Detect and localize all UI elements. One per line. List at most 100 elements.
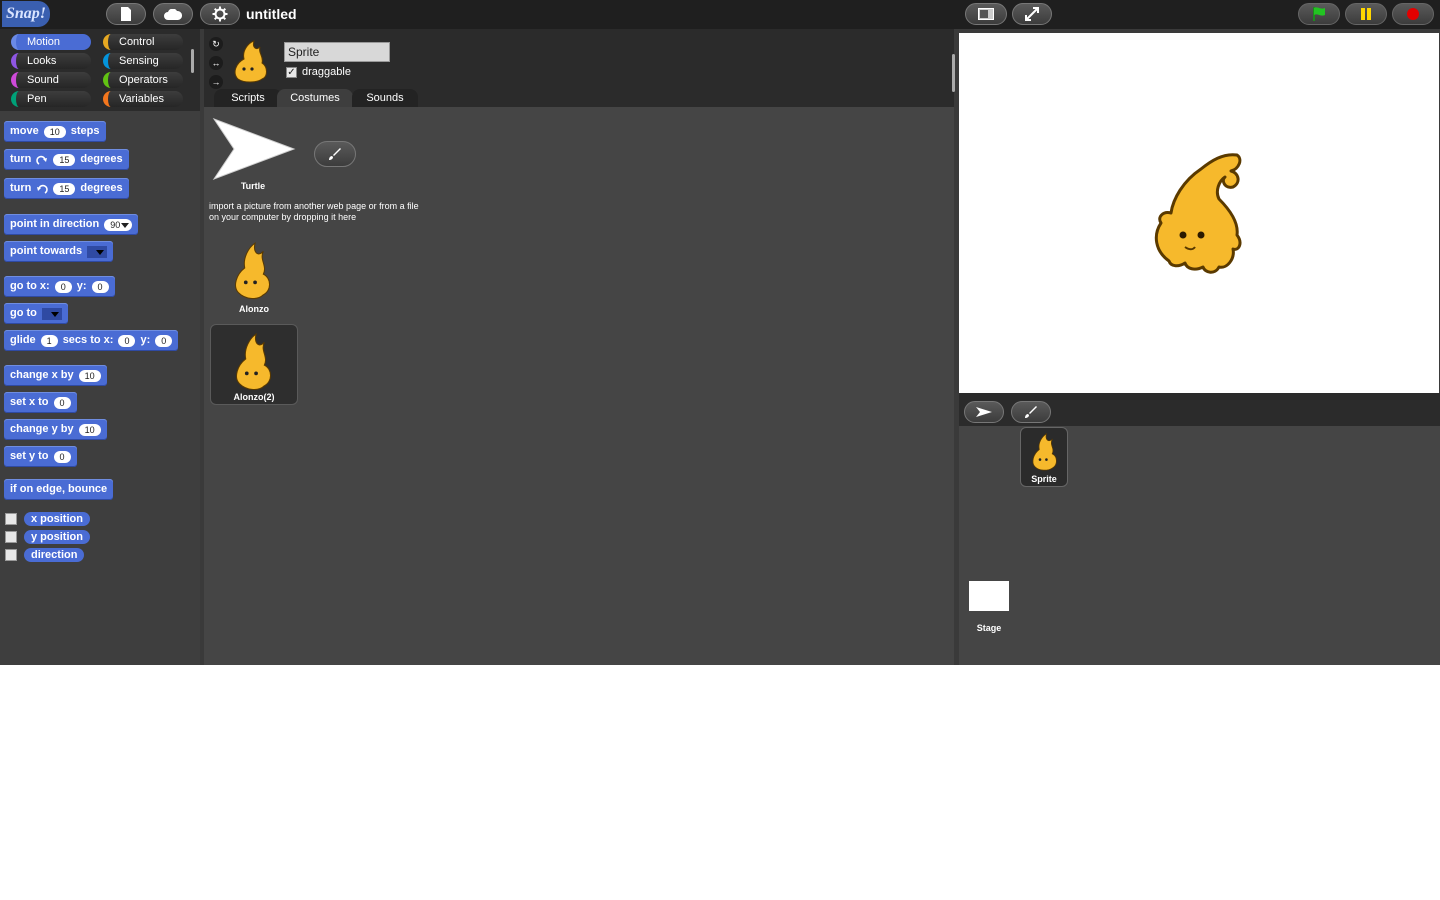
block-point-in-direction[interactable]: point in direction 90 <box>4 214 139 235</box>
tab-label: Sounds <box>366 92 404 104</box>
rotation-style-can-rotate[interactable]: ↻ <box>209 37 223 51</box>
block-glide[interactable]: glide 1 secs to x: 0 y: 0 <box>4 330 179 351</box>
snap-logo[interactable]: Snap! <box>2 1 50 27</box>
category-label: Variables <box>119 93 165 105</box>
block-turn-clockwise[interactable]: turn 15 degrees <box>4 149 129 170</box>
category-control[interactable]: Control <box>103 34 183 50</box>
category-motion[interactable]: Motion <box>11 34 91 50</box>
presentation-mode-button[interactable] <box>1012 3 1052 25</box>
block-change-y[interactable]: change y by 10 <box>4 419 107 440</box>
target-dropdown[interactable] <box>87 245 108 258</box>
block-text: degrees <box>80 153 123 165</box>
costume-label-alonzo: Alonzo <box>239 304 269 314</box>
reporter-y-position[interactable]: y position <box>24 530 90 544</box>
block-input[interactable]: 10 <box>43 125 66 138</box>
stage-size-button[interactable] <box>965 3 1007 25</box>
corral-sprite-item[interactable]: Sprite <box>1020 427 1068 487</box>
alonzo-sprite[interactable] <box>1149 151 1249 275</box>
costume-alonzo2-icon <box>236 332 272 391</box>
draggable-toggle[interactable]: ✓ draggable <box>286 66 351 78</box>
block-input[interactable]: 10 <box>78 369 101 382</box>
block-go-to[interactable]: go to <box>4 303 68 324</box>
block-go-to-xy[interactable]: go to x: 0 y: 0 <box>4 276 115 297</box>
file-menu-button[interactable] <box>106 3 146 25</box>
category-label: Sound <box>27 74 59 86</box>
tab-costumes[interactable]: Costumes <box>277 89 353 107</box>
green-flag-icon <box>1313 7 1325 21</box>
category-operators[interactable]: Operators <box>103 72 183 88</box>
sprite-name-field[interactable]: Sprite <box>284 42 390 62</box>
block-text: if on edge, bounce <box>10 483 108 495</box>
top-bar: Snap! untitled <box>0 0 1440 29</box>
block-input[interactable]: 0 <box>155 334 173 347</box>
draggable-checkbox[interactable]: ✓ <box>286 66 297 78</box>
paintbrush-icon <box>329 148 341 160</box>
category-scrollbar[interactable] <box>191 49 194 73</box>
block-text: change x by <box>10 369 74 381</box>
corral-sprite-label: Sprite <box>1031 474 1057 484</box>
block-input[interactable]: 15 <box>53 182 76 195</box>
block-move-steps[interactable]: move 10 steps <box>4 121 106 142</box>
block-if-on-edge-bounce[interactable]: if on edge, bounce <box>4 479 114 500</box>
category-sound[interactable]: Sound <box>11 72 91 88</box>
block-set-x[interactable]: set x to 0 <box>4 392 77 413</box>
tab-scripts[interactable]: Scripts <box>214 89 282 107</box>
block-input[interactable]: 0 <box>91 280 109 293</box>
category-selector: Motion Control Looks Sensing Sound Opera… <box>0 29 200 111</box>
pane-resize-handle[interactable] <box>952 54 955 92</box>
stage-thumbnail[interactable] <box>969 581 1009 611</box>
costume-label-alonzo2: Alonzo(2) <box>233 392 275 402</box>
watcher-checkbox-direction[interactable] <box>5 549 17 561</box>
sprite-corral-icon <box>1032 433 1057 471</box>
rotation-style-no-rotate[interactable]: → <box>209 75 223 89</box>
paint-new-costume-button[interactable] <box>314 141 356 167</box>
block-input[interactable]: 15 <box>53 153 76 166</box>
block-turn-counterclockwise[interactable]: turn 15 degrees <box>4 178 129 199</box>
pause-button[interactable] <box>1345 3 1387 25</box>
file-icon <box>121 7 131 21</box>
direction-dropdown[interactable]: 90 <box>104 218 133 231</box>
paint-new-sprite-button[interactable] <box>1011 401 1051 423</box>
category-label: Sensing <box>119 55 159 67</box>
category-label: Looks <box>27 55 57 67</box>
reporter-x-position[interactable]: x position <box>24 512 90 526</box>
cloud-menu-button[interactable] <box>153 3 193 25</box>
block-set-y[interactable]: set y to 0 <box>4 446 77 467</box>
paintbrush-icon <box>1025 406 1037 418</box>
category-sensing[interactable]: Sensing <box>103 53 183 69</box>
gear-icon <box>212 6 228 22</box>
stage[interactable] <box>959 33 1439 393</box>
tab-sounds[interactable]: Sounds <box>352 89 418 107</box>
block-change-x[interactable]: change x by 10 <box>4 365 107 386</box>
stop-button[interactable] <box>1392 3 1434 25</box>
block-input[interactable]: 0 <box>54 280 72 293</box>
target-dropdown[interactable] <box>41 307 62 320</box>
block-text: secs to x: <box>62 334 114 346</box>
tab-label: Costumes <box>290 92 340 104</box>
watcher-checkbox-x-position[interactable] <box>5 513 17 525</box>
block-point-towards[interactable]: point towards <box>4 241 114 262</box>
green-flag-button[interactable] <box>1298 3 1340 25</box>
pause-icon <box>1361 8 1371 20</box>
category-looks[interactable]: Looks <box>11 53 91 69</box>
costume-alonzo-icon[interactable] <box>230 239 276 301</box>
block-input[interactable]: 1 <box>40 334 58 347</box>
block-text: set y to <box>10 450 49 462</box>
costume-alonzo2-selected[interactable]: Alonzo(2) <box>210 324 298 405</box>
category-pen[interactable]: Pen <box>11 91 91 107</box>
category-label: Motion <box>27 36 61 48</box>
rotation-style-left-right[interactable]: ↔ <box>209 56 223 70</box>
turtle-costume-icon[interactable] <box>212 117 296 181</box>
block-input[interactable]: 0 <box>118 334 136 347</box>
sprite-bar: ↻ ↔ → Sprite ✓ draggable Scripts Costume… <box>204 29 955 107</box>
add-turtle-sprite-button[interactable] <box>964 401 1004 423</box>
stop-icon <box>1407 8 1419 20</box>
reporter-direction[interactable]: direction <box>24 548 85 562</box>
block-input[interactable]: 10 <box>78 423 101 436</box>
category-variables[interactable]: Variables <box>103 91 183 107</box>
costumes-editor: Turtle import a picture from another web… <box>204 107 954 665</box>
watcher-checkbox-y-position[interactable] <box>5 531 17 543</box>
block-input[interactable]: 0 <box>53 396 71 409</box>
block-input[interactable]: 0 <box>53 450 71 463</box>
settings-menu-button[interactable] <box>200 3 240 25</box>
